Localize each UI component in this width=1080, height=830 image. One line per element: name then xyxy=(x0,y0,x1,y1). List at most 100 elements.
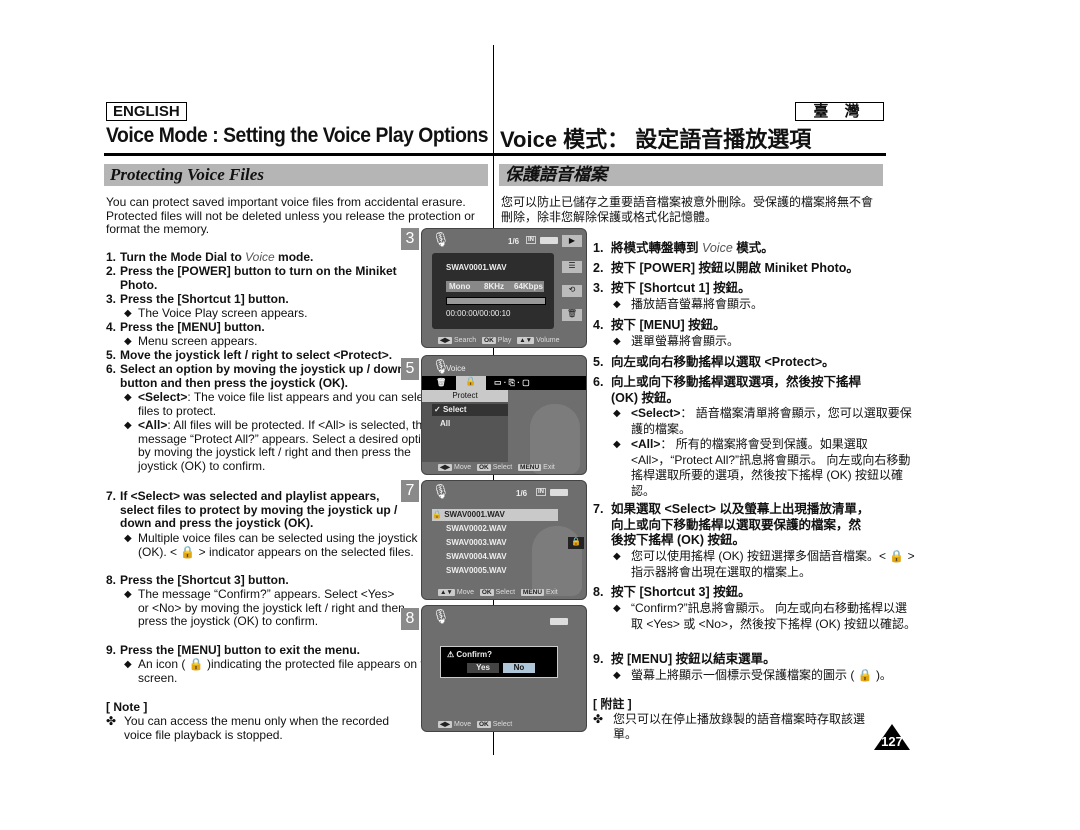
delete-icon: 🗑 xyxy=(562,309,582,321)
search-key-icon: ◀▶ xyxy=(438,337,452,344)
step-3: 3. Press the [Shortcut 1] button. xyxy=(106,292,406,307)
menu-header: Protect xyxy=(422,390,508,402)
protect-tab-icon[interactable]: 🔒 xyxy=(456,376,486,390)
menu-option-all[interactable]: All xyxy=(440,418,508,430)
file-row-selected[interactable]: 🔒 SWAV0001.WAV xyxy=(432,509,558,521)
file-row[interactable]: SWAV0002.WAV xyxy=(446,523,507,535)
play-mode-icon: ▶ xyxy=(562,235,582,247)
memory-internal-icon: IN xyxy=(536,488,546,496)
screen-number-3: 3 xyxy=(401,228,419,250)
other-tab-icons: ▭ · ⎘ · ▢ xyxy=(494,378,530,387)
section-title-english: Protecting Voice Files xyxy=(110,165,264,184)
step-number: 2. xyxy=(106,264,117,278)
file-counter: 1/6 xyxy=(516,489,528,498)
note-bullet-icon: ✤ xyxy=(106,714,117,728)
zh-step-2: 2. 按下 [POWER] 按鈕以開啟 Miniket Photo。 xyxy=(593,261,883,277)
step-text: 向左或向右移動搖桿以選取 <Protect>。 xyxy=(611,355,835,369)
memory-internal-icon: IN xyxy=(526,236,536,244)
screen-number-8: 8 xyxy=(401,608,419,630)
zh-step-7-bullet: ◆ 您可以使用搖桿 (OK) 按鈕選擇多個語音檔案。< 🔒 > 指示器將會出現在選… xyxy=(593,549,926,580)
diamond-bullet-icon: ◆ xyxy=(613,299,621,310)
step-number: 3. xyxy=(593,281,604,295)
section-title-chinese: 保護語音檔案 xyxy=(505,165,607,184)
footer-label: Select xyxy=(495,589,516,596)
screen-footer: ◀▶ Move OK Select MENU Exit xyxy=(438,463,555,471)
delete-tab-icon: 🗑 xyxy=(436,378,447,387)
intro-chinese: 您可以防止已儲存之重要語音檔案被意外刪除。受保護的檔案將無不會刪除，除非您解除保… xyxy=(501,195,874,224)
screen-file-list: 🎙 1/6 IN 🔒 🔒 SWAV0001.WAV SWAV0002.WAV S… xyxy=(421,480,587,600)
section-header-chinese: 保護語音檔案 xyxy=(499,164,883,186)
note-english: ✤ You can access the menu only when the r… xyxy=(106,714,406,742)
bit-rate: 64Kbps xyxy=(514,282,543,291)
screen-number-7: 7 xyxy=(401,480,419,502)
zh-step-4-bullet: ◆ 選單螢幕將會顯示。 xyxy=(593,334,901,350)
menu-key-icon: MENU xyxy=(518,464,542,471)
yes-button[interactable]: Yes xyxy=(467,663,499,673)
step-text: Select an option by moving the joystick … xyxy=(120,362,405,390)
step-7-bullet: ◆ Multiple voice files can be selected us… xyxy=(106,531,423,559)
move-key-icon: ◀▶ xyxy=(438,721,452,728)
step-4-bullet: ◆ Menu screen appears. xyxy=(106,334,408,349)
repeat-icon: ⟲ xyxy=(562,285,582,297)
bullet-text: The message “Confirm?” appears. Select <… xyxy=(138,587,405,628)
page-number: 127 xyxy=(881,734,903,749)
step-text: Press the [MENU] button to exit the menu… xyxy=(120,643,361,657)
zh-step-9: 9. 按 [MENU] 按鈕以結束選單。 xyxy=(593,652,883,668)
voice-mode-label: Voice xyxy=(245,250,275,264)
language-label-english: ENGLISH xyxy=(106,102,187,121)
step-8: 8. Press the [Shortcut 3] button. xyxy=(106,573,406,588)
option-name: <Select> xyxy=(631,406,681,420)
step-number: 2. xyxy=(593,261,604,275)
step-text: 按下 [Shortcut 3] 按鈕。 xyxy=(611,585,751,599)
zh-step-4: 4. 按下 [MENU] 按鈕。 xyxy=(593,318,883,334)
page-title-chinese: Voice 模式： 設定語音播放選項 xyxy=(500,127,812,152)
zh-step-8-bullet: ◆ “Confirm?”訊息將會顯示。 向左或向右移動搖桿以選取 <Yes> 或 … xyxy=(593,601,916,632)
zh-step-9-bullet: ◆ 螢幕上將顯示一個標示受保護檔案的圖示 ( 🔒 )。 xyxy=(593,668,951,684)
diamond-bullet-icon: ◆ xyxy=(613,439,621,450)
footer-label: Volume xyxy=(536,337,560,344)
step-text: 按下 [POWER] 按鈕以開啟 Miniket Photo。 xyxy=(611,261,859,275)
step-number: 5. xyxy=(593,355,604,369)
step-text: 按下 [MENU] 按鈕。 xyxy=(611,318,726,332)
screen-number-5: 5 xyxy=(401,358,419,380)
page-title-english: Voice Mode : Setting the Voice Play Opti… xyxy=(106,124,489,147)
file-row[interactable]: SWAV0004.WAV xyxy=(446,551,507,563)
zh-step-6-bullet-all: ◆ <All>： 所有的檔案將會受到保護。如果選取 <All>，“Protect … xyxy=(593,437,916,499)
step-text: Press the [Shortcut 1] button. xyxy=(120,292,289,306)
zh-step-8: 8. 按下 [Shortcut 3] 按鈕。 xyxy=(593,585,883,601)
step-number: 8. xyxy=(106,573,117,587)
ok-key-icon: OK xyxy=(482,337,496,344)
zh-step-3-bullet: ◆ 播放語音螢幕將會顯示。 xyxy=(593,297,901,313)
battery-icon xyxy=(550,489,568,496)
filename: SWAV0001.WAV xyxy=(444,510,505,519)
footer-label: Exit xyxy=(543,464,555,471)
step-text: Press the [MENU] button. xyxy=(120,320,265,334)
menu-option-select[interactable]: ✓ Select xyxy=(432,404,508,416)
file-row[interactable]: SWAV0005.WAV xyxy=(446,565,507,577)
step-9-bullet: ◆ An icon ( 🔒 )indicating the protected f… xyxy=(106,657,448,685)
zh-step-6: 6. 向上或向下移動搖桿選取選項，然後按下搖桿 (OK) 按鈕。 xyxy=(593,375,868,406)
step-2: 2. Press the [POWER] button to turn on t… xyxy=(106,264,406,292)
volume-key-icon: ▲▼ xyxy=(517,337,535,344)
header-rule xyxy=(104,153,886,156)
diamond-bullet-icon: ◆ xyxy=(613,551,621,562)
step-number: 5. xyxy=(106,348,117,362)
step-text: 模式。 xyxy=(732,241,774,255)
voice-mode-label: Voice xyxy=(701,241,733,255)
diamond-bullet-icon: ◆ xyxy=(613,408,621,419)
diamond-bullet-icon: ◆ xyxy=(613,603,621,614)
diamond-bullet-icon: ◆ xyxy=(124,336,132,347)
bullet-text: 您可以使用搖桿 (OK) 按鈕選擇多個語音檔案。< 🔒 > 指示器將會出現在選取… xyxy=(631,549,915,579)
note-text: You can access the menu only when the re… xyxy=(124,714,390,742)
ok-key-icon: OK xyxy=(476,464,491,471)
language-label-taiwan: 臺 灣 xyxy=(795,102,884,121)
file-row[interactable]: SWAV0003.WAV xyxy=(446,537,507,549)
zh-step-1: 1. 將模式轉盤轉到 Voice 模式。 xyxy=(593,241,883,257)
step-number: 7. xyxy=(106,489,117,503)
screen-voice-play: 🎙 1/6 IN ▶ SWAV0001.WAV Mono 8KHz 64Kbps… xyxy=(421,228,587,348)
lock-indicator-icon: 🔒 xyxy=(568,537,584,549)
diamond-bullet-icon: ◆ xyxy=(124,392,132,403)
step-3-bullet: ◆ The Voice Play screen appears. xyxy=(106,306,408,321)
screen-confirm: 🎙 ⚠ Confirm? Yes No ◀▶ Move OK Select xyxy=(421,605,587,732)
no-button[interactable]: No xyxy=(503,663,535,673)
